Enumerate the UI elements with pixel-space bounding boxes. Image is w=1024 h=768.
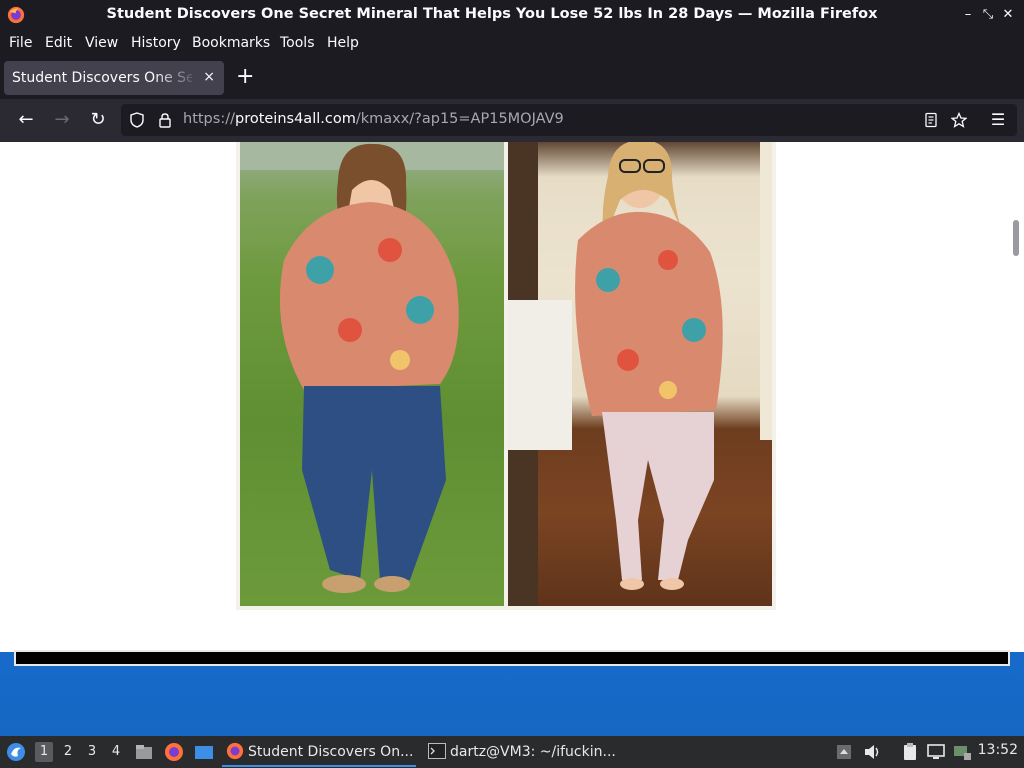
tab-close-icon[interactable]: × xyxy=(203,69,215,85)
tab-active[interactable]: Student Discovers One Secret Mineral Tha… xyxy=(4,61,224,95)
task-firefox[interactable]: Student Discovers On... xyxy=(222,739,416,767)
maximize-button[interactable]: ⤡ xyxy=(980,7,996,23)
firefox-task-icon xyxy=(226,742,244,760)
task-firefox-label: Student Discovers On... xyxy=(248,744,414,760)
clipboard-icon[interactable] xyxy=(900,742,920,762)
firefox-window: Student Discovers One Secret Mineral Tha… xyxy=(0,0,1024,652)
scrollbar-thumb[interactable] xyxy=(1013,220,1019,256)
workspace-3[interactable]: 3 xyxy=(83,742,101,762)
start-menu-icon[interactable] xyxy=(6,742,26,762)
tracking-shield-icon[interactable] xyxy=(129,112,145,128)
menu-bookmarks[interactable]: Bookmarks xyxy=(192,35,270,51)
menu-edit[interactable]: Edit xyxy=(45,35,72,51)
page-content xyxy=(2,142,1010,650)
forward-arrow-icon[interactable]: → xyxy=(52,110,72,130)
reader-view-icon[interactable] xyxy=(923,112,939,128)
before-photo xyxy=(240,142,504,606)
firefox-launcher-icon[interactable] xyxy=(164,742,184,762)
after-figure xyxy=(508,142,772,606)
display-icon[interactable] xyxy=(926,742,946,762)
hamburger-menu-icon[interactable]: ☰ xyxy=(988,110,1008,130)
file-manager-icon[interactable] xyxy=(134,742,154,762)
window-title: Student Discovers One Secret Mineral Tha… xyxy=(106,6,878,22)
menu-view[interactable]: View xyxy=(85,35,118,51)
menu-bar: File Edit View History Bookmarks Tools H… xyxy=(0,30,1024,57)
menu-history[interactable]: History xyxy=(131,35,181,51)
workspace-2[interactable]: 2 xyxy=(59,742,77,762)
bookmark-star-icon[interactable] xyxy=(951,112,967,128)
show-desktop-icon[interactable] xyxy=(194,742,214,762)
after-photo xyxy=(508,142,772,606)
volume-icon[interactable] xyxy=(862,742,882,762)
lock-icon[interactable] xyxy=(157,112,173,128)
before-figure xyxy=(240,142,504,593)
back-arrow-icon[interactable]: ← xyxy=(16,110,36,130)
workspace-1[interactable]: 1 xyxy=(35,742,53,762)
new-tab-button[interactable]: + xyxy=(236,66,254,88)
background-terminal-window[interactable] xyxy=(14,650,1010,666)
menu-help[interactable]: Help xyxy=(327,35,359,51)
terminal-icon xyxy=(428,743,446,759)
url-text[interactable]: https://proteins4all.com/kmaxx/?ap15=AP1… xyxy=(183,111,564,127)
tab-strip: Student Discovers One Secret Mineral Tha… xyxy=(0,57,1024,99)
network-icon[interactable] xyxy=(952,742,972,762)
tray-up-arrow-icon[interactable] xyxy=(834,742,854,762)
menu-tools[interactable]: Tools xyxy=(280,35,315,51)
task-terminal[interactable]: dartz@VM3: ~/ifuckin... xyxy=(424,739,620,765)
before-after-image xyxy=(236,142,776,610)
minimize-button[interactable]: – xyxy=(960,7,976,23)
menu-file[interactable]: File xyxy=(9,35,32,51)
task-terminal-label: dartz@VM3: ~/ifuckin... xyxy=(450,744,616,760)
vertical-scrollbar[interactable] xyxy=(1010,142,1024,650)
close-window-button[interactable]: ✕ xyxy=(1000,7,1016,23)
clock: 13:52 xyxy=(977,742,1018,758)
title-bar: Student Discovers One Secret Mineral Tha… xyxy=(0,0,1024,30)
taskbar: 1 2 3 4 Student Discovers On... dartz@VM… xyxy=(0,736,1024,768)
reload-icon[interactable]: ↻ xyxy=(88,110,108,130)
url-bar[interactable]: https://proteins4all.com/kmaxx/?ap15=AP1… xyxy=(121,104,1017,136)
navigation-toolbar: ← → ↻ https://proteins4all.com/kmaxx/?ap… xyxy=(0,99,1024,142)
workspace-4[interactable]: 4 xyxy=(107,742,125,762)
firefox-icon xyxy=(7,6,25,24)
